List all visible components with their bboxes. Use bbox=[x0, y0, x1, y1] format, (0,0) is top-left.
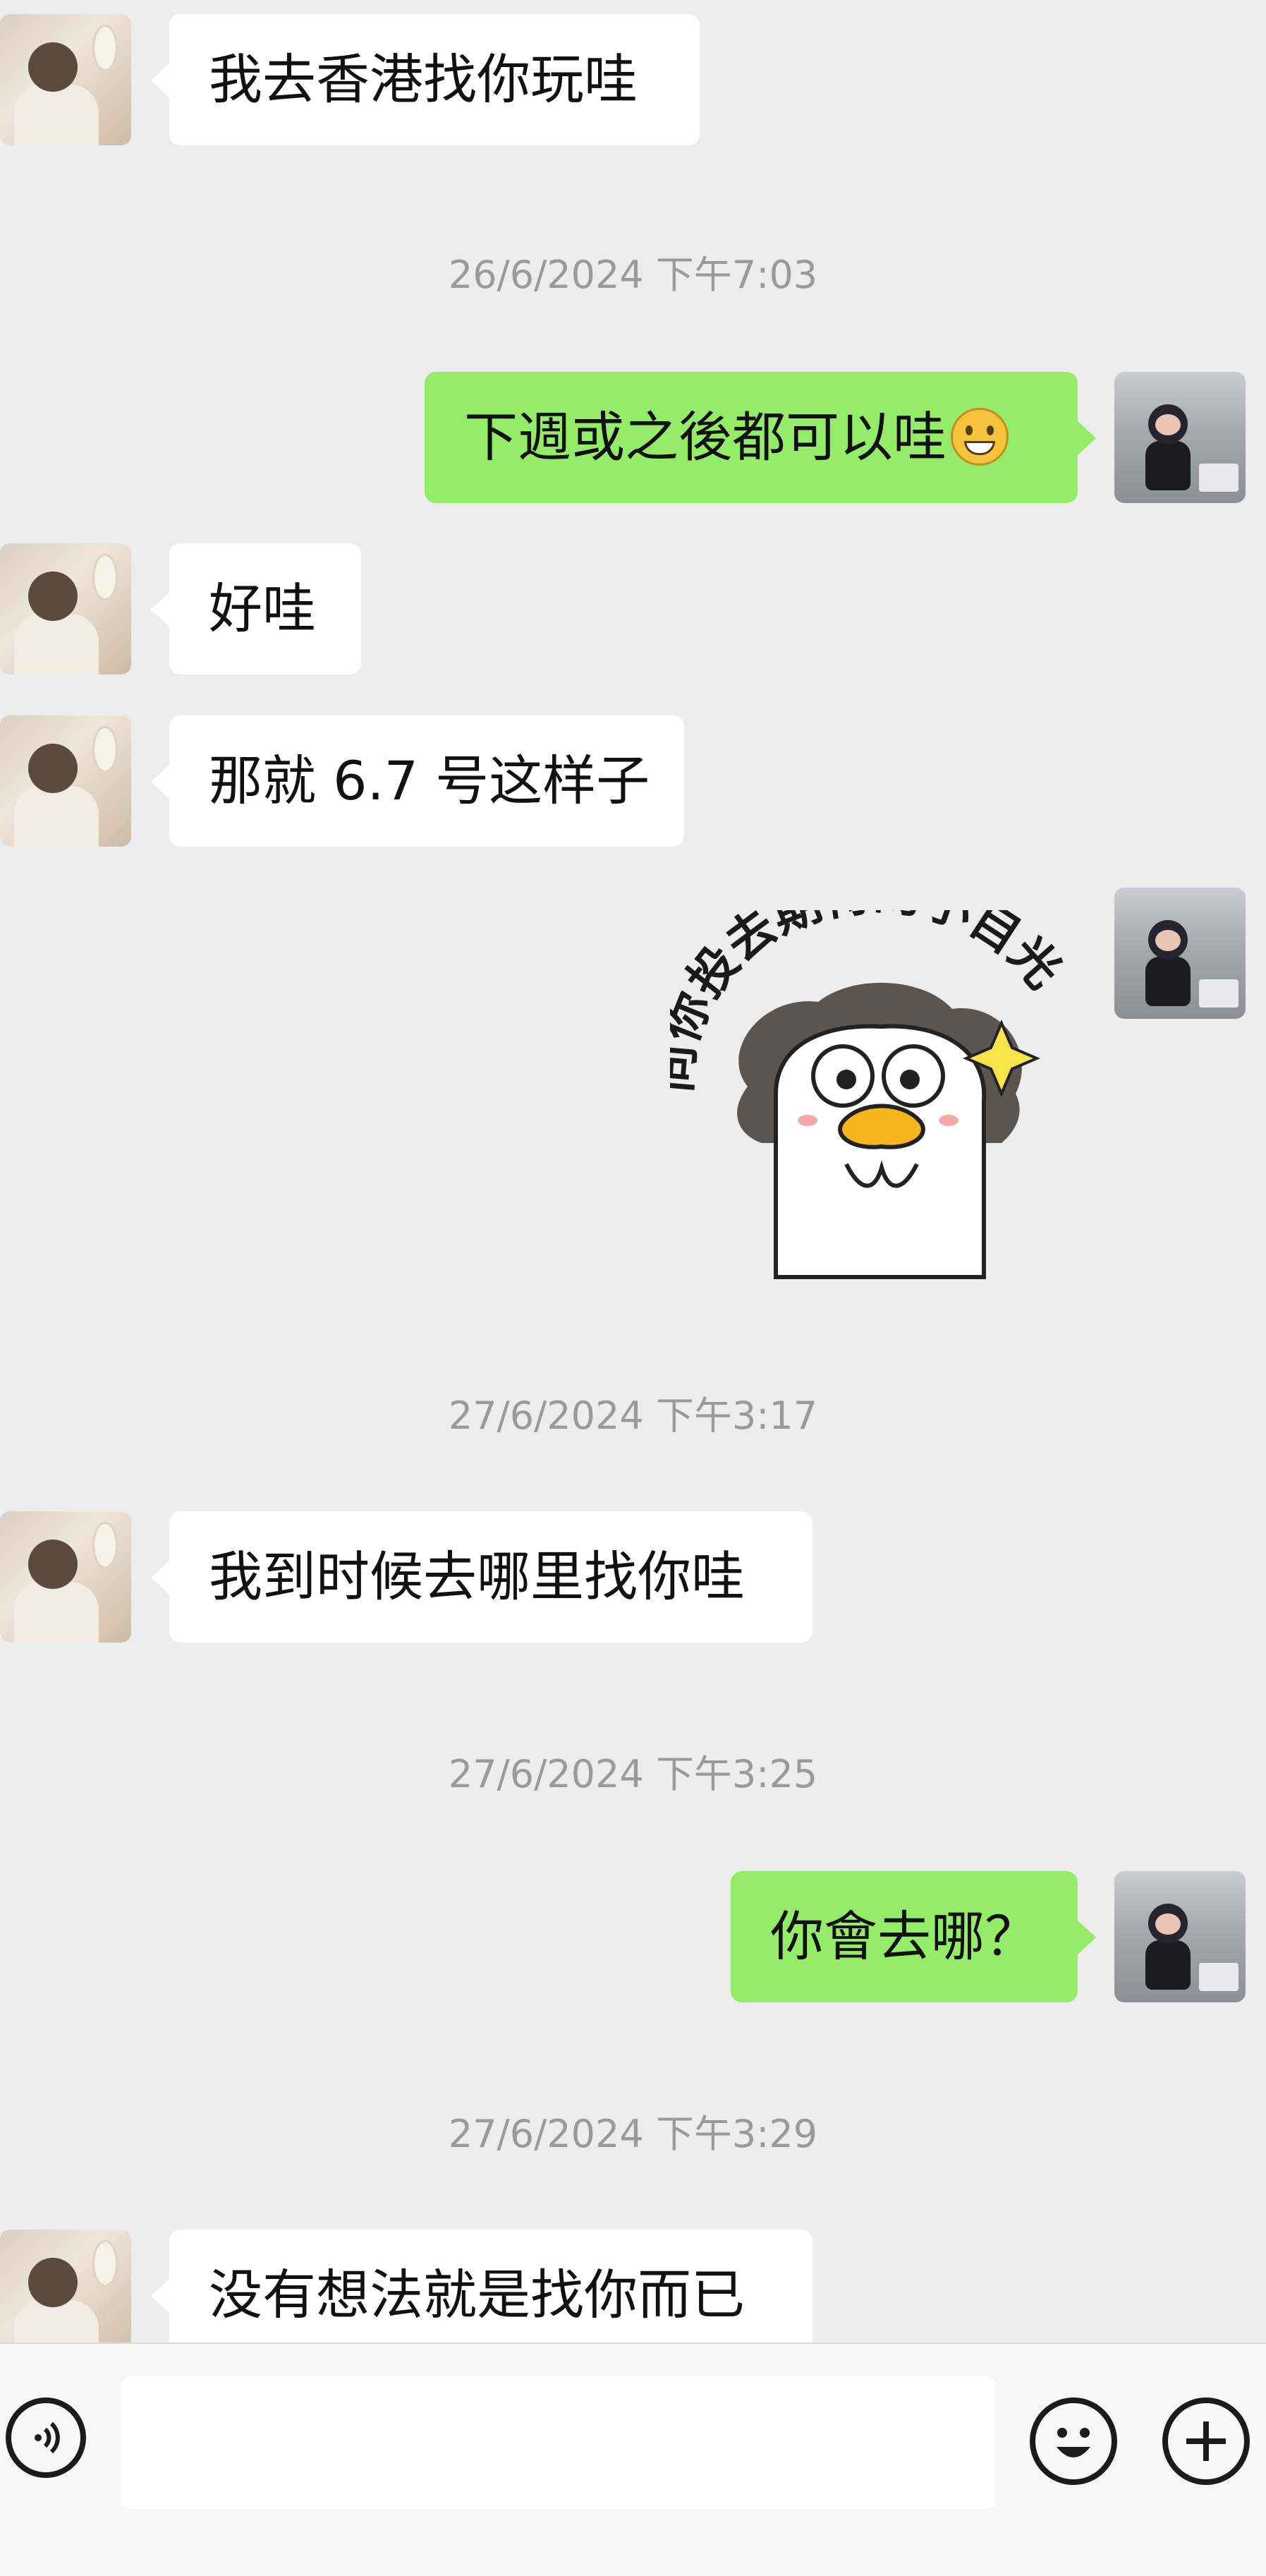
my-avatar[interactable] bbox=[1114, 888, 1246, 1019]
input-bar bbox=[0, 2342, 1266, 2576]
incoming-message-bubble[interactable]: 那就 6.7 号这样子 bbox=[151, 715, 684, 847]
voice-glyph bbox=[35, 2421, 60, 2454]
contact-avatar[interactable] bbox=[0, 2230, 131, 2342]
incoming-message-bubble[interactable]: 我到时候去哪里找你哇 bbox=[151, 1511, 812, 1643]
contact-avatar[interactable] bbox=[0, 14, 131, 145]
duck-sticker-icon: 向你投去期待的小目光 bbox=[646, 865, 1071, 1279]
chat-message-list[interactable]: 我去香港找你玩哇 26/6/2024 下午7:03 下週或之後都可以哇 好哇 那… bbox=[0, 0, 1266, 2342]
timestamp: 27/6/2024 下午3:25 bbox=[448, 1752, 818, 1796]
voice-icon[interactable] bbox=[6, 2397, 86, 2478]
plus-icon[interactable] bbox=[1162, 2397, 1250, 2485]
smiley-glyph bbox=[1057, 2428, 1090, 2457]
duck-sticker[interactable]: 向你投去期待的小目光 bbox=[646, 865, 1093, 1291]
incoming-message-bubble[interactable]: 没有想法就是找你而已 bbox=[151, 2230, 812, 2342]
incoming-message-bubble[interactable]: 好哇 bbox=[151, 543, 361, 675]
contact-avatar[interactable] bbox=[0, 715, 131, 847]
contact-avatar[interactable] bbox=[0, 543, 131, 675]
my-avatar[interactable] bbox=[1114, 372, 1246, 503]
emoji-icon[interactable] bbox=[1030, 2397, 1117, 2485]
outgoing-message-bubble[interactable]: 你會去哪？ bbox=[731, 1871, 1096, 2002]
outgoing-message-bubble[interactable]: 下週或之後都可以哇 bbox=[425, 372, 1096, 503]
message-input[interactable] bbox=[121, 2376, 996, 2509]
my-avatar[interactable] bbox=[1114, 1871, 1246, 2002]
timestamp: 27/6/2024 下午3:29 bbox=[448, 2112, 818, 2156]
timestamp: 27/6/2024 下午3:17 bbox=[448, 1393, 818, 1438]
message-text: 下週或之後都可以哇 bbox=[464, 406, 947, 468]
timestamp: 26/6/2024 下午7:03 bbox=[448, 253, 818, 297]
plus-glyph bbox=[1186, 2421, 1226, 2461]
incoming-message-bubble[interactable]: 我去香港找你玩哇 bbox=[151, 14, 700, 145]
grinning-emoji-icon bbox=[951, 408, 1009, 466]
contact-avatar[interactable] bbox=[0, 1511, 131, 1643]
